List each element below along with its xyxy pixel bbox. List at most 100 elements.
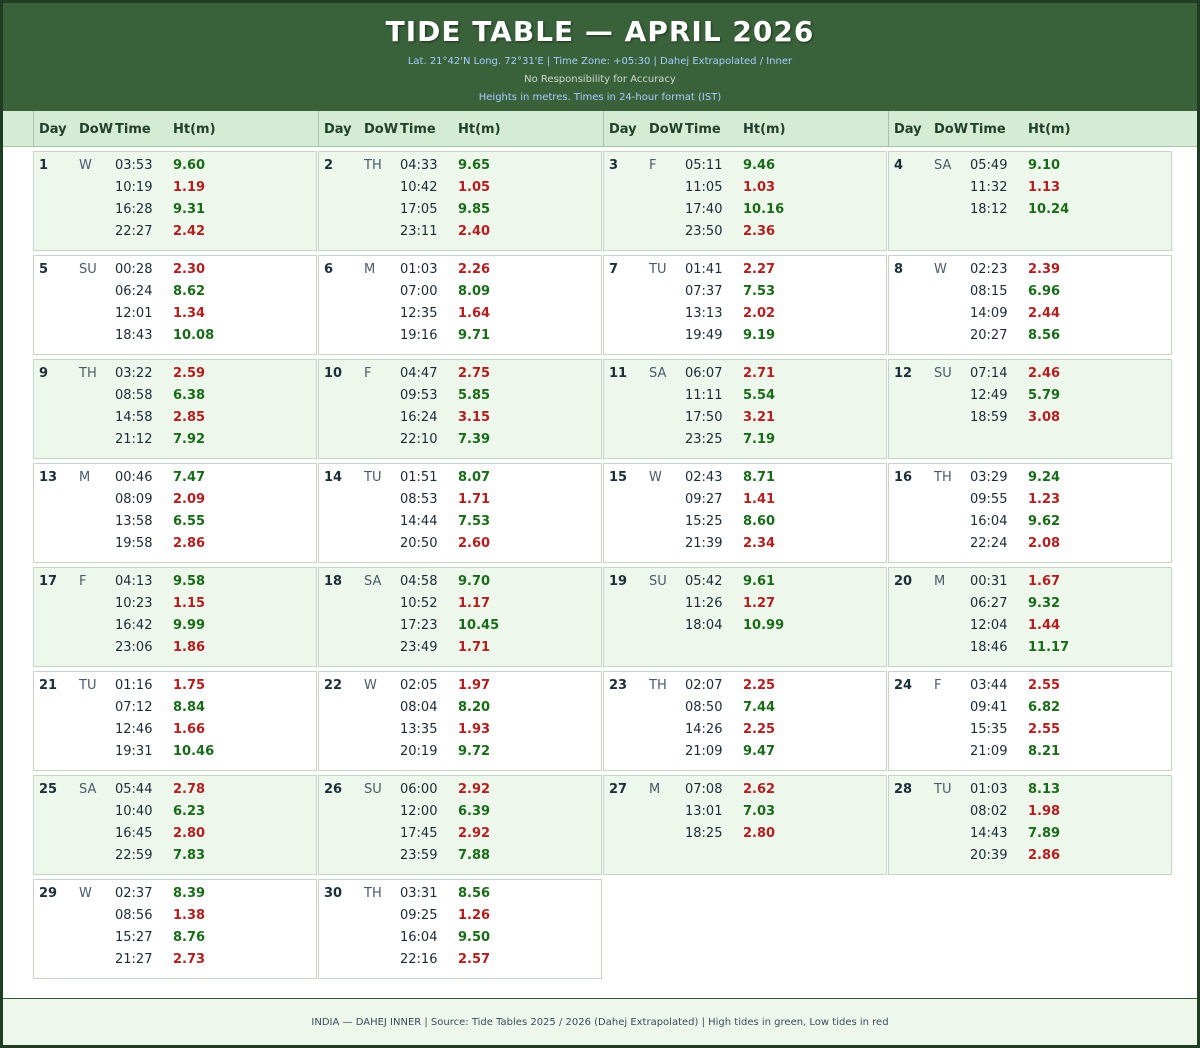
tide-row: 12:35 1.64 <box>319 306 603 328</box>
tide-time: 16:45 <box>115 826 153 841</box>
column-header-day: Day <box>324 122 352 137</box>
low-tide-height: 2.09 <box>173 492 206 507</box>
low-tide-height: 2.85 <box>173 410 206 425</box>
low-tide-height: 2.75 <box>458 366 491 381</box>
day-cell: 1 W 03:53 9.60 10:19 1.19 16:28 9.31 22:27 2.42 <box>33 151 317 251</box>
tide-row: 21:39 2.34 <box>604 536 888 558</box>
tide-row: 23:59 7.88 <box>319 848 603 870</box>
low-tide-height: 2.62 <box>743 782 776 797</box>
low-tide-height: 2.36 <box>743 224 776 239</box>
tide-row: 00:46 7.47 <box>34 470 318 492</box>
low-tide-height: 2.80 <box>743 826 776 841</box>
low-tide-height: 2.92 <box>458 826 491 841</box>
column-header-group: Day DoW Time Ht(m) <box>33 111 318 147</box>
column-header-group: Day DoW Time Ht(m) <box>318 111 603 147</box>
day-cell: 27 M 07:08 2.62 13:01 7.03 18:25 2.80 <box>603 775 887 875</box>
tide-time: 17:45 <box>400 826 438 841</box>
tide-row: 14:43 7.89 <box>889 826 1173 848</box>
high-tide-height: 8.20 <box>458 700 491 715</box>
high-tide-height: 8.21 <box>1028 744 1061 759</box>
column-header-time: Time <box>115 122 151 137</box>
tide-row: 04:58 9.70 <box>319 574 603 596</box>
high-tide-height: 7.39 <box>458 432 491 447</box>
column-header-bar: Day DoW Time Ht(m) Day DoW Time Ht(m) Day DoW Time… <box>3 111 1197 147</box>
tide-time: 08:53 <box>400 492 438 507</box>
tide-row: 05:44 2.78 <box>34 782 318 804</box>
tide-row: 23:50 2.36 <box>604 224 888 246</box>
high-tide-height: 10.46 <box>173 744 215 759</box>
high-tide-height: 9.47 <box>743 744 776 759</box>
high-tide-height: 9.65 <box>458 158 491 173</box>
low-tide-height: 3.08 <box>1028 410 1061 425</box>
tide-row: 01:03 2.26 <box>319 262 603 284</box>
tide-time: 00:46 <box>115 470 153 485</box>
column-header-group: Day DoW Time Ht(m) <box>603 111 888 147</box>
tide-row: 01:51 8.07 <box>319 470 603 492</box>
column-header-time: Time <box>400 122 436 137</box>
tide-time: 16:24 <box>400 410 438 425</box>
tide-time: 10:23 <box>115 596 153 611</box>
tide-row: 08:15 6.96 <box>889 284 1173 306</box>
tide-row: 16:28 9.31 <box>34 202 318 224</box>
tide-time: 13:13 <box>685 306 723 321</box>
tide-row: 18:12 10.24 <box>889 202 1173 224</box>
low-tide-height: 2.55 <box>1028 678 1061 693</box>
low-tide-height: 2.80 <box>173 826 206 841</box>
tide-row: 22:59 7.83 <box>34 848 318 870</box>
tide-row: 16:42 9.99 <box>34 618 318 640</box>
high-tide-height: 9.99 <box>173 618 206 633</box>
day-cell: 25 SA 05:44 2.78 10:40 6.23 16:45 2.80 22:59 7.83 <box>33 775 317 875</box>
tide-time: 02:23 <box>970 262 1008 277</box>
tide-row: 07:14 2.46 <box>889 366 1173 388</box>
tide-row: 05:49 9.10 <box>889 158 1173 180</box>
high-tide-height: 7.83 <box>173 848 206 863</box>
high-tide-height: 6.23 <box>173 804 206 819</box>
tide-row: 18:04 10.99 <box>604 618 888 640</box>
tide-row: 13:13 2.02 <box>604 306 888 328</box>
tide-time: 21:09 <box>685 744 723 759</box>
tide-row: 04:47 2.75 <box>319 366 603 388</box>
tide-row: 06:00 2.92 <box>319 782 603 804</box>
high-tide-height: 10.08 <box>173 328 215 343</box>
tide-row: 17:23 10.45 <box>319 618 603 640</box>
day-cell: 21 TU 01:16 1.75 07:12 8.84 12:46 1.66 19:31 10.4… <box>33 671 317 771</box>
tide-row: 21:12 7.92 <box>34 432 318 454</box>
low-tide-height: 1.44 <box>1028 618 1061 633</box>
tide-time: 07:14 <box>970 366 1008 381</box>
high-tide-height: 7.47 <box>173 470 206 485</box>
tide-time: 01:51 <box>400 470 438 485</box>
tide-row: 02:43 8.71 <box>604 470 888 492</box>
tide-row: 12:00 6.39 <box>319 804 603 826</box>
day-cell: 8 W 02:23 2.39 08:15 6.96 14:09 2.44 20:27 8.56 <box>888 255 1172 355</box>
high-tide-height: 9.32 <box>1028 596 1061 611</box>
high-tide-height: 6.96 <box>1028 284 1061 299</box>
high-tide-height: 10.16 <box>743 202 785 217</box>
tide-row: 21:09 8.21 <box>889 744 1173 766</box>
tide-row: 08:50 7.44 <box>604 700 888 722</box>
tide-time: 07:00 <box>400 284 438 299</box>
high-tide-height: 8.60 <box>743 514 776 529</box>
location-line: Lat. 21°42'N Long. 72°31'E | Time Zone: … <box>407 56 793 67</box>
tide-row: 10:23 1.15 <box>34 596 318 618</box>
tide-time: 19:16 <box>400 328 438 343</box>
high-tide-height: 8.13 <box>1028 782 1061 797</box>
tide-time: 12:46 <box>115 722 153 737</box>
tide-row: 10:40 6.23 <box>34 804 318 826</box>
tide-time: 11:11 <box>685 388 723 403</box>
high-tide-height: 10.45 <box>458 618 500 633</box>
tide-time: 03:22 <box>115 366 153 381</box>
high-tide-height: 9.46 <box>743 158 776 173</box>
tide-time: 20:19 <box>400 744 438 759</box>
tide-time: 18:43 <box>115 328 153 343</box>
tide-row: 09:41 6.82 <box>889 700 1173 722</box>
tide-time: 09:55 <box>970 492 1008 507</box>
column-header-group: Day DoW Time Ht(m) <box>888 111 1173 147</box>
tide-row: 09:55 1.23 <box>889 492 1173 514</box>
day-cell: 7 TU 01:41 2.27 07:37 7.53 13:13 2.02 19:49 9.19 <box>603 255 887 355</box>
tide-row: 09:53 5.85 <box>319 388 603 410</box>
tide-time: 05:49 <box>970 158 1008 173</box>
day-cell: 14 TU 01:51 8.07 08:53 1.71 14:44 7.53 20:50 2.60 <box>318 463 602 563</box>
tide-time: 23:59 <box>400 848 438 863</box>
tide-time: 22:16 <box>400 952 438 967</box>
high-tide-height: 6.82 <box>1028 700 1061 715</box>
